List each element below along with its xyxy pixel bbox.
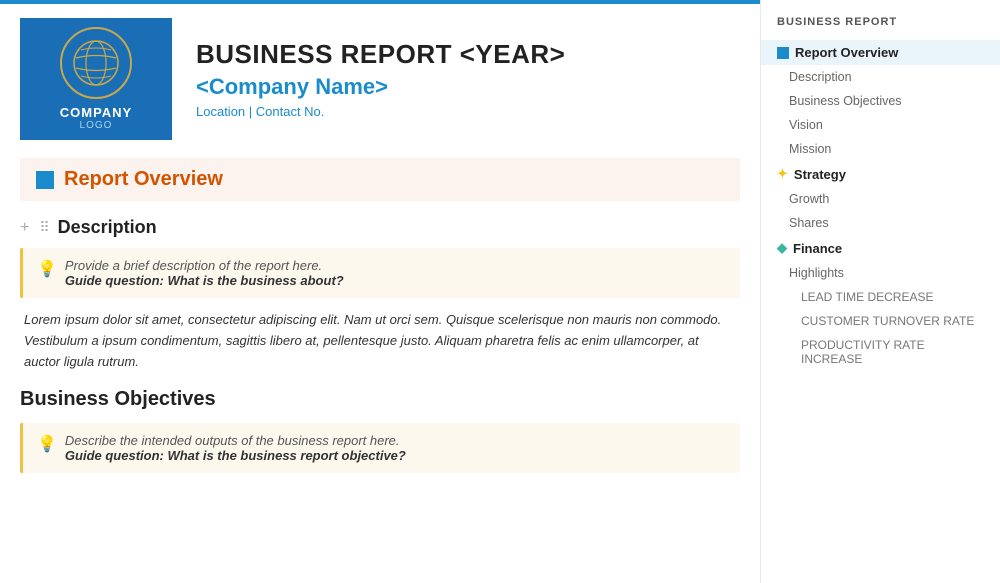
diamond-icon: ◆ (777, 240, 787, 256)
header-title-block: BUSINESS REPORT <YEAR> <Company Name> Lo… (196, 39, 565, 119)
blue-square-icon (777, 47, 789, 59)
description-hint-box: 💡 Provide a brief description of the rep… (20, 248, 740, 298)
logo-sub-text: LOGO (80, 120, 113, 131)
sidebar-label-shares: Shares (789, 216, 829, 230)
sidebar-item-mission[interactable]: Mission (761, 137, 1000, 161)
biz-bulb-icon: 💡 (37, 434, 57, 454)
description-title-row: + ⠿ Description (20, 217, 740, 238)
report-title: BUSINESS REPORT <YEAR> (196, 39, 565, 70)
logo-company-text: COMPANY (60, 105, 132, 120)
sidebar-label-growth: Growth (789, 192, 829, 206)
logo-circle (60, 27, 132, 99)
sidebar-item-customer-turnover[interactable]: CUSTOMER TURNOVER RATE (761, 309, 1000, 333)
company-name: <Company Name> (196, 74, 565, 100)
location-contact: Location | Contact No. (196, 104, 565, 119)
sidebar-item-description[interactable]: Description (761, 65, 1000, 89)
sidebar-label-description: Description (789, 70, 852, 84)
report-overview-header: Report Overview (20, 158, 740, 201)
bulb-icon: 💡 (37, 259, 57, 279)
sidebar-item-vision[interactable]: Vision (761, 113, 1000, 137)
sidebar-item-business-objectives[interactable]: Business Objectives (761, 89, 1000, 113)
sidebar-item-strategy[interactable]: ✦ Strategy (761, 161, 1000, 187)
description-section: + ⠿ Description 💡 Provide a brief descri… (0, 217, 760, 372)
sidebar-label-business-objectives: Business Objectives (789, 94, 902, 108)
drag-handle[interactable]: ⠿ (39, 219, 49, 236)
sidebar-item-highlights[interactable]: Highlights (761, 261, 1000, 285)
sidebar-item-productivity[interactable]: PRODUCTIVITY RATE INCREASE (761, 333, 1000, 371)
sidebar-item-report-overview[interactable]: Report Overview (761, 40, 1000, 65)
top-accent-bar (0, 0, 760, 4)
main-content: COMPANY LOGO BUSINESS REPORT <YEAR> <Com… (0, 0, 760, 583)
business-objectives-section: 💡 Describe the intended outputs of the b… (0, 423, 760, 473)
sidebar-label-finance: Finance (793, 241, 842, 256)
description-body: Lorem ipsum dolor sit amet, consectetur … (20, 310, 740, 372)
biz-obj-hint-text: Describe the intended outputs of the bus… (65, 433, 406, 463)
page-header: COMPANY LOGO BUSINESS REPORT <YEAR> <Com… (0, 0, 760, 158)
business-objectives-title: Business Objectives (0, 388, 760, 411)
sidebar-header: BUSINESS REPORT (761, 16, 1000, 40)
company-logo: COMPANY LOGO (20, 18, 172, 140)
sidebar-label-report-overview: Report Overview (795, 45, 898, 60)
sidebar-item-shares[interactable]: Shares (761, 211, 1000, 235)
biz-obj-hint-box: 💡 Describe the intended outputs of the b… (20, 423, 740, 473)
sidebar-label-productivity: PRODUCTIVITY RATE INCREASE (801, 338, 984, 366)
logo-svg (71, 38, 121, 88)
sidebar-label-vision: Vision (789, 118, 823, 132)
overview-title: Report Overview (64, 168, 223, 191)
sidebar-label-customer-turnover: CUSTOMER TURNOVER RATE (801, 314, 974, 328)
sidebar: BUSINESS REPORT Report Overview Descript… (760, 0, 1000, 583)
sidebar-label-mission: Mission (789, 142, 831, 156)
add-icon[interactable]: + (20, 219, 29, 237)
sidebar-label-lead-time: LEAD TIME DECREASE (801, 290, 933, 304)
sidebar-item-finance[interactable]: ◆ Finance (761, 235, 1000, 261)
star-icon: ✦ (777, 166, 788, 182)
sidebar-label-strategy: Strategy (794, 167, 846, 182)
sidebar-item-growth[interactable]: Growth (761, 187, 1000, 211)
description-hint-text: Provide a brief description of the repor… (65, 258, 344, 288)
sidebar-item-lead-time[interactable]: LEAD TIME DECREASE (761, 285, 1000, 309)
overview-icon (36, 171, 54, 189)
description-title: Description (58, 217, 157, 238)
sidebar-label-highlights: Highlights (789, 266, 844, 280)
